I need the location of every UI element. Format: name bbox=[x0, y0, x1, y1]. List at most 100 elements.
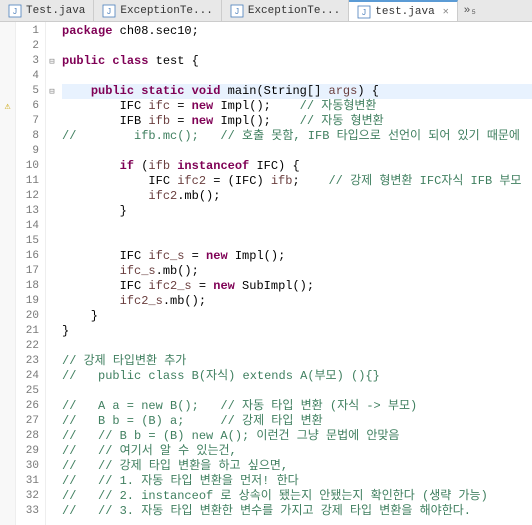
code-line[interactable]: // public class B(자식) extends A(부모) (){} bbox=[62, 369, 532, 384]
tab-2[interactable]: J ExceptionTe... bbox=[222, 0, 349, 21]
code-line[interactable] bbox=[62, 39, 532, 54]
code-line[interactable] bbox=[62, 69, 532, 84]
code-line[interactable]: IFC ifc2 = (IFC) ifb; // 강제 형변환 IFC자식 IF… bbox=[62, 174, 532, 189]
code-line[interactable]: if (ifb instanceof IFC) { bbox=[62, 159, 532, 174]
svg-text:J: J bbox=[13, 7, 17, 16]
gutter-mark bbox=[0, 324, 15, 339]
code-line[interactable] bbox=[62, 144, 532, 159]
line-number: 21 bbox=[16, 324, 39, 339]
gutter-mark bbox=[0, 39, 15, 54]
line-number: 24 bbox=[16, 369, 39, 384]
line-number: 16 bbox=[16, 249, 39, 264]
code-line[interactable]: ifc_s.mb(); bbox=[62, 264, 532, 279]
fold-toggle bbox=[46, 474, 58, 489]
line-number: 1 bbox=[16, 24, 39, 39]
line-number: 20 bbox=[16, 309, 39, 324]
close-icon[interactable]: ✕ bbox=[443, 6, 449, 18]
fold-toggle bbox=[46, 219, 58, 234]
gutter-mark bbox=[0, 369, 15, 384]
gutter-mark bbox=[0, 504, 15, 519]
code-line[interactable]: } bbox=[62, 204, 532, 219]
code-line[interactable]: // // 강제 타입 변환을 하고 싶으면, bbox=[62, 459, 532, 474]
gutter-marks: ⚠ bbox=[0, 22, 16, 525]
code-line[interactable]: IFB ifb = new Impl(); // 자동 형변환 bbox=[62, 114, 532, 129]
fold-toggle bbox=[46, 129, 58, 144]
svg-text:J: J bbox=[235, 7, 239, 16]
code-line[interactable]: // // B b = (B) new A(); 이런건 그냥 문법에 안맞음 bbox=[62, 429, 532, 444]
fold-toggle bbox=[46, 399, 58, 414]
code-line[interactable] bbox=[62, 339, 532, 354]
line-number: 23 bbox=[16, 354, 39, 369]
code-line[interactable]: // // 2. instanceof 로 상속이 됐는지 안됐는지 확인한다 … bbox=[62, 489, 532, 504]
tab-label: ExceptionTe... bbox=[248, 5, 340, 17]
gutter-mark bbox=[0, 114, 15, 129]
code-line[interactable]: // B b = (B) a; // 강제 타입 변환 bbox=[62, 414, 532, 429]
tab-bar: JTest.javaJExceptionTe...JExceptionTe...… bbox=[0, 0, 532, 22]
code-line[interactable]: ifc2.mb(); bbox=[62, 189, 532, 204]
code-line[interactable]: public class test { bbox=[62, 54, 532, 69]
code-line[interactable]: package ch08.sec10; bbox=[62, 24, 532, 39]
line-number: 11 bbox=[16, 174, 39, 189]
fold-toggle bbox=[46, 264, 58, 279]
code-line[interactable]: } bbox=[62, 324, 532, 339]
line-number: 7 bbox=[16, 114, 39, 129]
fold-toggle bbox=[46, 294, 58, 309]
tab-overflow[interactable]: »₅ bbox=[458, 0, 483, 21]
line-number: 13 bbox=[16, 204, 39, 219]
tab-3[interactable]: Jtest.java✕ bbox=[349, 0, 457, 21]
code-line[interactable]: } bbox=[62, 309, 532, 324]
code-line[interactable] bbox=[62, 219, 532, 234]
line-number: 15 bbox=[16, 234, 39, 249]
line-number: 19 bbox=[16, 294, 39, 309]
line-number: 17 bbox=[16, 264, 39, 279]
tab-1[interactable]: JExceptionTe... bbox=[94, 0, 221, 21]
gutter-mark bbox=[0, 24, 15, 39]
code-line[interactable] bbox=[62, 234, 532, 249]
gutter-mark bbox=[0, 429, 15, 444]
code-line[interactable]: ifc2_s.mb(); bbox=[62, 294, 532, 309]
gutter-mark bbox=[0, 159, 15, 174]
fold-toggle bbox=[46, 414, 58, 429]
code-line[interactable]: // 강제 타입변환 추가 bbox=[62, 354, 532, 369]
line-number: 3 bbox=[16, 54, 39, 69]
tab-label: Test.java bbox=[26, 5, 85, 17]
code-line[interactable] bbox=[62, 384, 532, 399]
line-number: 29 bbox=[16, 444, 39, 459]
warning-icon: ⚠ bbox=[4, 101, 10, 113]
code-area[interactable]: package ch08.sec10; public class test { p… bbox=[58, 22, 532, 525]
code-line[interactable]: // // 1. 자동 타입 변환을 먼저! 한다 bbox=[62, 474, 532, 489]
gutter-mark bbox=[0, 234, 15, 249]
fold-toggle bbox=[46, 489, 58, 504]
java-file-icon: J bbox=[102, 4, 116, 18]
line-number: 2 bbox=[16, 39, 39, 54]
code-line[interactable]: IFC ifc2_s = new SubImpl(); bbox=[62, 279, 532, 294]
code-line[interactable]: // // 3. 자동 타입 변환한 변수를 가지고 강제 타입 변환을 해야한… bbox=[62, 504, 532, 519]
code-line[interactable]: public static void main(String[] args) { bbox=[62, 84, 532, 99]
code-line[interactable]: IFC ifc = new Impl(); // 자동형변환 bbox=[62, 99, 532, 114]
tab-0[interactable]: J Test.java bbox=[0, 0, 94, 21]
line-number: 32 bbox=[16, 489, 39, 504]
fold-column: ⊟⊟ bbox=[46, 22, 58, 525]
code-line[interactable]: // // 여기서 알 수 있는건, bbox=[62, 444, 532, 459]
code-line[interactable]: // ifb.mc(); // 호출 못함, IFB 타입으로 선언이 되어 있… bbox=[62, 129, 532, 144]
fold-toggle bbox=[46, 99, 58, 114]
line-number: 33 bbox=[16, 504, 39, 519]
gutter-mark bbox=[0, 474, 15, 489]
code-line[interactable]: // A a = new B(); // 자동 타입 변환 (자식 -> 부모) bbox=[62, 399, 532, 414]
fold-toggle[interactable]: ⊟ bbox=[46, 54, 58, 69]
gutter-mark bbox=[0, 129, 15, 144]
java-file-icon: J bbox=[8, 4, 22, 18]
fold-toggle bbox=[46, 69, 58, 84]
gutter-mark bbox=[0, 354, 15, 369]
fold-toggle bbox=[46, 339, 58, 354]
fold-toggle[interactable]: ⊟ bbox=[46, 84, 58, 99]
svg-text:J: J bbox=[107, 7, 111, 16]
fold-toggle bbox=[46, 249, 58, 264]
fold-toggle bbox=[46, 504, 58, 519]
code-line[interactable]: IFC ifc_s = new Impl(); bbox=[62, 249, 532, 264]
fold-toggle bbox=[46, 114, 58, 129]
gutter-mark bbox=[0, 144, 15, 159]
java-file-icon: J bbox=[357, 5, 371, 19]
line-number: 9 bbox=[16, 144, 39, 159]
gutter-mark bbox=[0, 279, 15, 294]
